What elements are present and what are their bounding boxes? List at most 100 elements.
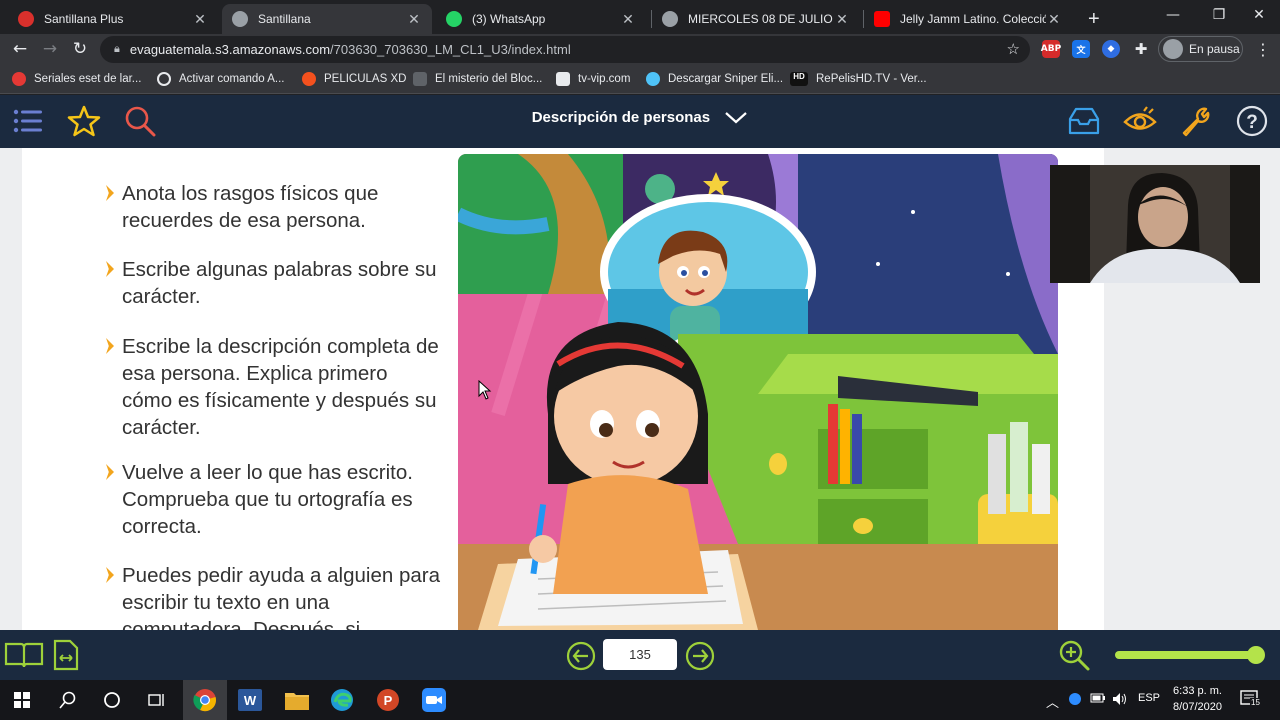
play-favicon-icon: [302, 72, 316, 86]
bookmark-item[interactable]: tv-vip.com: [556, 71, 630, 87]
document-fit-icon[interactable]: [52, 638, 80, 672]
instruction-step: Vuelve a leer lo que has escrito. Compru…: [106, 459, 442, 540]
notification-count-badge: 15: [1250, 698, 1261, 707]
tab-jelly-jamm[interactable]: Jelly Jamm Latino. Colección B ✕: [864, 4, 1072, 34]
minimize-window-icon[interactable]: —: [1150, 0, 1196, 30]
close-tab-icon[interactable]: ✕: [192, 11, 208, 28]
page-title[interactable]: Descripción de personas: [440, 109, 840, 126]
tv-favicon-icon: [556, 72, 570, 86]
volume-icon[interactable]: [1112, 692, 1128, 709]
close-tab-icon[interactable]: ✕: [406, 11, 422, 28]
book-viewer[interactable]: Anota los rasgos físicos que recuerdes d…: [0, 148, 1280, 630]
search-icon[interactable]: [46, 680, 90, 720]
word-taskbar-icon[interactable]: W: [228, 680, 272, 720]
cortana-icon[interactable]: [90, 680, 134, 720]
page-favicon-icon: [413, 72, 427, 86]
webcam-overlay: [1050, 165, 1260, 283]
bookmark-label: Activar comando A...: [179, 73, 285, 85]
bookmark-item[interactable]: Descargar Sniper Eli...: [646, 71, 783, 87]
step-text: Escribe algunas palabras sobre su caráct…: [122, 258, 437, 308]
page-title-text: Descripción de personas: [531, 109, 711, 126]
bookmarks-bar: Seriales eset de lar... Activar comando …: [0, 64, 1280, 94]
address-bar[interactable]: 🔒︎ evaguatemala.s3.amazonaws.com /703630…: [100, 36, 1030, 63]
bookmark-star-icon[interactable]: ☆: [1007, 40, 1020, 58]
profile-button[interactable]: En pausa: [1158, 36, 1243, 62]
close-tab-icon[interactable]: ✕: [834, 11, 850, 28]
tab-santillana[interactable]: Santillana ✕: [222, 4, 432, 34]
tab-label: Santillana Plus: [44, 12, 124, 26]
tab-label: Santillana: [258, 12, 311, 26]
bookmark-label: RePelisHD.TV - Ver...: [816, 73, 927, 85]
battery-icon[interactable]: [1090, 692, 1106, 707]
back-arrow-icon[interactable]: ←: [9, 38, 31, 60]
new-tab-button[interactable]: +: [1078, 4, 1108, 34]
system-clock[interactable]: 6:33 p. m. 8/07/2020: [1165, 683, 1230, 715]
zoom-slider-handle[interactable]: [1247, 646, 1265, 664]
globe-favicon-icon: [662, 11, 678, 27]
previous-page-icon[interactable]: [565, 640, 597, 672]
bullet-arrow-icon: [106, 185, 114, 201]
inbox-tray-icon[interactable]: [1066, 103, 1102, 139]
globe-favicon-icon: [232, 11, 248, 27]
zoom-slider-track[interactable]: [1115, 651, 1259, 659]
adblock-plus-icon[interactable]: ABP: [1041, 40, 1061, 58]
page-number-field[interactable]: 135: [603, 639, 677, 670]
chrome-taskbar-icon[interactable]: [183, 680, 227, 720]
tab-label: (3) WhatsApp: [472, 12, 546, 26]
santillana-favicon-icon: [18, 11, 34, 27]
windows-start-icon[interactable]: [0, 680, 44, 720]
bookmark-item[interactable]: El misterio del Bloc...: [413, 71, 542, 87]
tab-miercoles[interactable]: MIERCOLES 08 DE JULIO ingrd ✕: [652, 4, 860, 34]
forward-arrow-icon[interactable]: →: [39, 38, 61, 60]
menu-list-icon[interactable]: [10, 103, 46, 139]
translate-icon[interactable]: 文: [1072, 40, 1090, 58]
help-question-icon[interactable]: ?: [1234, 103, 1270, 139]
tab-santillana-plus[interactable]: Santillana Plus ✕: [8, 4, 218, 34]
webcam-person-image: [1050, 165, 1260, 283]
bookmark-item[interactable]: Activar comando A...: [157, 71, 284, 87]
bookmark-label: tv-vip.com: [578, 73, 631, 85]
clock-date: 8/07/2020: [1173, 701, 1222, 713]
chevron-down-icon[interactable]: [724, 111, 748, 125]
next-page-icon[interactable]: [684, 640, 716, 672]
star-favorites-icon[interactable]: [66, 103, 102, 139]
book-controls-bar: 135: [0, 630, 1280, 680]
tab-whatsapp[interactable]: (3) WhatsApp ✕: [436, 4, 646, 34]
reload-icon[interactable]: ↻: [69, 38, 91, 60]
clock-time: 6:33 p. m.: [1173, 685, 1222, 697]
notifications-icon[interactable]: 15: [1240, 690, 1261, 711]
close-tab-icon[interactable]: ✕: [1046, 11, 1062, 28]
bookmark-label: Descargar Sniper Eli...: [668, 73, 784, 85]
tray-app-icon[interactable]: [1068, 692, 1082, 709]
file-explorer-icon[interactable]: [275, 680, 319, 720]
zoom-taskbar-icon[interactable]: [412, 680, 456, 720]
close-tab-icon[interactable]: ✕: [620, 11, 636, 28]
open-book-icon[interactable]: [4, 640, 44, 670]
puzzle-icon[interactable]: ✚: [1132, 40, 1150, 58]
bookmark-item[interactable]: PELICULAS XD: [302, 71, 406, 87]
extension-blue-icon[interactable]: ◆: [1102, 40, 1120, 58]
book-page: Anota los rasgos físicos que recuerdes d…: [22, 148, 1104, 630]
mouse-cursor-icon: [478, 380, 492, 400]
edge-taskbar-icon[interactable]: [320, 680, 364, 720]
language-indicator[interactable]: ESP: [1138, 692, 1160, 704]
more-menu-icon[interactable]: ⋮: [1252, 38, 1274, 60]
bullet-arrow-icon: [106, 338, 114, 354]
task-view-icon[interactable]: [135, 680, 179, 720]
bookmark-item[interactable]: HD RePelisHD.TV - Ver...: [790, 71, 927, 87]
avatar: [1163, 39, 1183, 59]
url-path: /703630_703630_LM_CL1_U3/index.html: [330, 42, 571, 57]
bookmark-item[interactable]: Seriales eset de lar...: [12, 71, 141, 87]
instruction-step: Escribe la descripción completa de esa p…: [106, 333, 442, 441]
close-window-icon[interactable]: ✕: [1236, 0, 1280, 30]
powerpoint-taskbar-icon[interactable]: P: [366, 680, 410, 720]
lock-icon: 🔒︎: [114, 43, 120, 55]
profile-label: En pausa: [1189, 42, 1240, 56]
youtube-favicon-icon: [874, 11, 890, 27]
wrench-tools-icon[interactable]: [1178, 103, 1214, 139]
eye-view-icon[interactable]: [1122, 103, 1158, 139]
windows-taskbar: W P ︿ ESP 6:33 p. m. 8/07/2020 15: [0, 680, 1280, 720]
search-icon[interactable]: [122, 103, 158, 139]
zoom-in-icon[interactable]: [1057, 638, 1091, 672]
tray-expand-icon[interactable]: ︿: [1046, 692, 1059, 711]
